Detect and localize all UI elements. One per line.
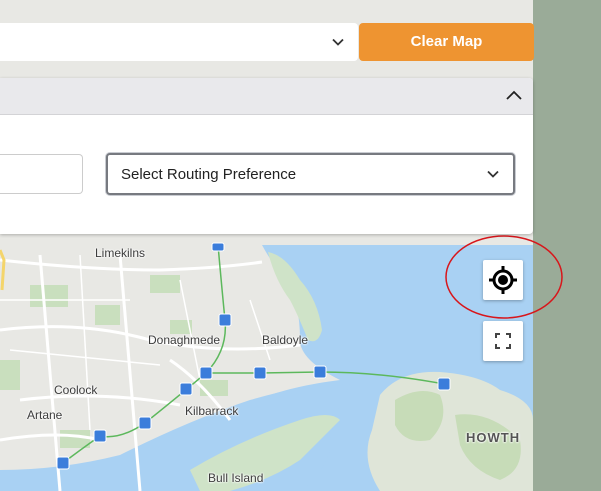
clear-map-button[interactable]: Clear Map bbox=[359, 23, 534, 61]
chevron-up-icon[interactable] bbox=[505, 87, 523, 105]
annotation-circle bbox=[445, 235, 563, 319]
place-label-howth: HOWTH bbox=[466, 430, 521, 445]
routing-panel: Select Routing Preference bbox=[0, 78, 533, 234]
place-label-baldoyle: Baldoyle bbox=[262, 333, 309, 347]
place-label-coolock: Coolock bbox=[54, 383, 98, 397]
chevron-down-icon bbox=[332, 38, 344, 46]
place-label-bull-island: Bull Island bbox=[208, 471, 264, 485]
routing-panel-header[interactable] bbox=[0, 78, 533, 115]
fullscreen-icon bbox=[495, 333, 511, 349]
place-label-donaghmede: Donaghmede bbox=[148, 333, 221, 347]
routing-preference-select[interactable]: Select Routing Preference bbox=[106, 153, 515, 195]
fullscreen-button[interactable] bbox=[483, 321, 523, 361]
origin-input[interactable] bbox=[0, 154, 83, 194]
place-label-limekilns: Limekilns bbox=[95, 246, 146, 260]
routing-preference-value: Select Routing Preference bbox=[121, 166, 297, 183]
chevron-down-icon bbox=[487, 170, 499, 178]
layer-select[interactable] bbox=[0, 23, 358, 61]
place-label-kilbarrack: Kilbarrack bbox=[185, 404, 239, 418]
place-label-artane: Artane bbox=[27, 408, 63, 422]
